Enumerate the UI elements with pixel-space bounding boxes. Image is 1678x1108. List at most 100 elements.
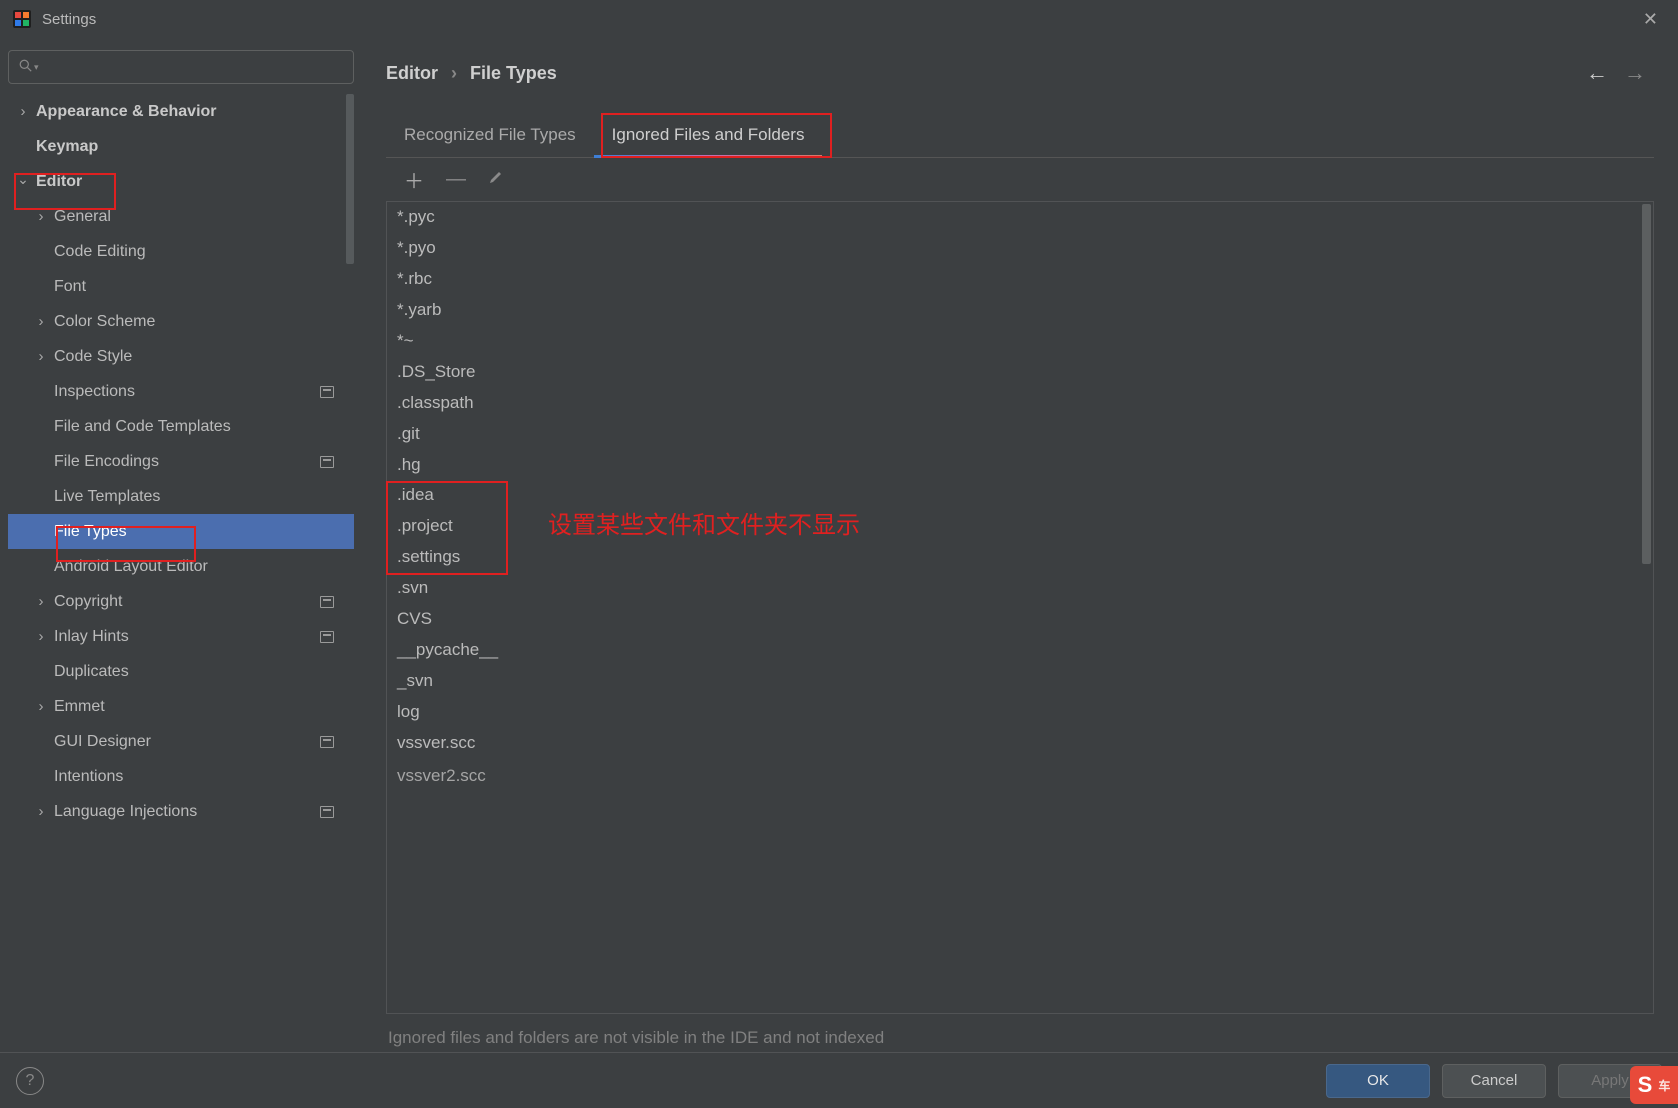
pattern-item[interactable]: *.rbc [387, 264, 1653, 295]
tree-item-android-layout-editor[interactable]: Android Layout Editor [8, 549, 354, 584]
tree-item-label: Android Layout Editor [54, 558, 208, 576]
tree-item-duplicates[interactable]: Duplicates [8, 654, 354, 689]
pattern-item[interactable]: .idea [387, 480, 1653, 511]
chevron-right-icon [34, 313, 48, 330]
cancel-button[interactable]: Cancel [1442, 1064, 1546, 1098]
ime-indicator[interactable]: S 车 [1630, 1066, 1678, 1104]
tree-item-label: Intentions [54, 768, 123, 786]
pattern-item[interactable]: *.pyo [387, 233, 1653, 264]
tree-item-editor[interactable]: Editor [8, 164, 354, 199]
sidebar: ▾ Appearance & Behavior Keymap Editor Gener… [0, 38, 362, 1052]
tree-item-copyright[interactable]: Copyright [8, 584, 354, 619]
window-title: Settings [42, 11, 1635, 28]
scope-badge-icon [320, 631, 334, 643]
tree-item-intentions[interactable]: Intentions [8, 759, 354, 794]
tree-item-label: Keymap [36, 138, 98, 156]
forward-icon[interactable]: → [1616, 60, 1654, 86]
pattern-item[interactable]: __pycache__ [387, 635, 1653, 666]
tree-item-gui-designer[interactable]: GUI Designer [8, 724, 354, 759]
patterns-toolbar: ＋ — [386, 158, 1654, 202]
dialog-footer: ? OK Cancel Apply [0, 1052, 1678, 1108]
content-area: Editor › File Types ← → Recognized File … [362, 38, 1678, 1052]
chevron-right-icon [34, 628, 48, 645]
tree-item-label: File Encodings [54, 453, 159, 471]
tree-item-label: Copyright [54, 593, 122, 611]
tree-item-label: File and Code Templates [54, 418, 231, 436]
tree-item-label: File Types [54, 523, 127, 541]
tree-item-font[interactable]: Font [8, 269, 354, 304]
pattern-item[interactable]: vssver2.scc [387, 761, 1653, 792]
tree-item-label: General [54, 208, 111, 226]
tab-ignored[interactable]: Ignored Files and Folders [594, 113, 823, 157]
tree-item-label: Language Injections [54, 803, 197, 821]
ime-label: S [1638, 1072, 1653, 1098]
tree-item-color-scheme[interactable]: Color Scheme [8, 304, 354, 339]
pattern-item[interactable]: log [387, 697, 1653, 728]
tree-item-label: Inspections [54, 383, 135, 401]
pattern-item[interactable]: .settings [387, 542, 1653, 573]
add-button[interactable]: ＋ [404, 165, 424, 194]
tree-item-label: Appearance & Behavior [36, 103, 217, 121]
pattern-item[interactable]: .hg [387, 450, 1653, 481]
tree-item-file-encodings[interactable]: File Encodings [8, 444, 354, 479]
scrollbar-thumb[interactable] [1642, 204, 1651, 564]
tree-item-emmet[interactable]: Emmet [8, 689, 354, 724]
breadcrumb: Editor › File Types [386, 63, 1578, 84]
tab-recognized[interactable]: Recognized File Types [386, 113, 594, 157]
main-layout: ▾ Appearance & Behavior Keymap Editor Gener… [0, 38, 1678, 1052]
pattern-item[interactable]: .DS_Store [387, 357, 1653, 388]
chevron-right-icon [34, 208, 48, 225]
pattern-item[interactable]: .classpath [387, 388, 1653, 419]
pattern-item[interactable]: .git [387, 419, 1653, 450]
tree-item-label: Live Templates [54, 488, 160, 506]
pattern-item[interactable]: *.pyc [387, 202, 1653, 233]
pattern-item[interactable]: .project [387, 511, 1653, 542]
breadcrumb-root: Editor [386, 63, 438, 83]
tree-item-code-editing[interactable]: Code Editing [8, 234, 354, 269]
breadcrumb-leaf: File Types [470, 63, 557, 83]
tree-item-inlay-hints[interactable]: Inlay Hints [8, 619, 354, 654]
hint-text: Ignored files and folders are not visibl… [386, 1014, 1654, 1052]
pattern-item[interactable]: CVS [387, 604, 1653, 635]
tree-item-file-and-code-templates[interactable]: File and Code Templates [8, 409, 354, 444]
search-icon [19, 59, 32, 75]
tree-item-label: GUI Designer [54, 733, 151, 751]
settings-tree: Appearance & Behavior Keymap Editor General… [8, 94, 354, 1052]
tree-item-label: Emmet [54, 698, 105, 716]
tree-item-file-types[interactable]: File Types [8, 514, 354, 549]
tree-item-language-injections[interactable]: Language Injections [8, 794, 354, 829]
tree-item-appearance-behavior[interactable]: Appearance & Behavior [8, 94, 354, 129]
tree-item-general[interactable]: General [8, 199, 354, 234]
ok-button[interactable]: OK [1326, 1064, 1430, 1098]
chevron-right-icon [34, 593, 48, 610]
tree-item-label: Color Scheme [54, 313, 155, 331]
search-input[interactable]: ▾ [8, 50, 354, 84]
scope-badge-icon [320, 806, 334, 818]
pattern-item[interactable]: _svn [387, 666, 1653, 697]
help-button[interactable]: ? [16, 1067, 44, 1095]
tree-item-code-style[interactable]: Code Style [8, 339, 354, 374]
chevron-right-icon [16, 103, 30, 120]
tree-item-label: Font [54, 278, 86, 296]
pattern-item[interactable]: *~ [387, 326, 1653, 357]
chevron-down-icon [16, 173, 30, 190]
pattern-item[interactable]: vssver.scc [387, 728, 1653, 759]
patterns-list[interactable]: *.pyc*.pyo*.rbc*.yarb*~.DS_Store.classpa… [387, 202, 1653, 1013]
tree-item-live-templates[interactable]: Live Templates [8, 479, 354, 514]
tree-item-label: Duplicates [54, 663, 129, 681]
remove-button[interactable]: — [446, 168, 466, 191]
edit-button[interactable] [488, 168, 504, 191]
chevron-right-icon [34, 803, 48, 820]
breadcrumb-row: Editor › File Types ← → [386, 38, 1654, 108]
app-icon [12, 9, 32, 29]
tree-item-keymap[interactable]: Keymap [8, 129, 354, 164]
tree-item-inspections[interactable]: Inspections [8, 374, 354, 409]
back-icon[interactable]: ← [1578, 60, 1616, 86]
pattern-item[interactable]: *.yarb [387, 295, 1653, 326]
close-icon[interactable]: ✕ [1635, 5, 1666, 34]
tree-item-label: Code Style [54, 348, 132, 366]
pattern-item[interactable]: .svn [387, 573, 1653, 604]
tree-item-label: Code Editing [54, 243, 146, 261]
scope-badge-icon [320, 596, 334, 608]
tabs: Recognized File Types Ignored Files and … [386, 108, 1654, 158]
